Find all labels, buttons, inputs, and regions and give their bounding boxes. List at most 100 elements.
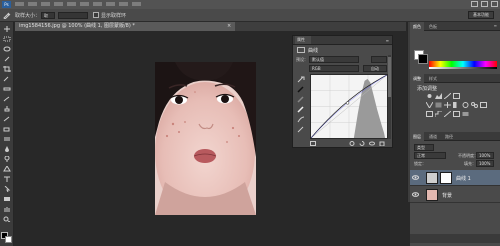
move-tool-icon[interactable] [3, 26, 11, 32]
white-point-eyedropper-icon[interactable] [297, 106, 305, 113]
layer-row-curves[interactable]: 曲线 1 [410, 170, 500, 186]
clip-to-layer-icon[interactable] [310, 141, 316, 146]
fill-field[interactable]: 100% [476, 160, 494, 167]
vibrance-icon[interactable] [426, 102, 433, 108]
menu-item[interactable] [41, 2, 50, 6]
eyedropper-icon[interactable] [3, 12, 11, 19]
menu-item[interactable] [80, 2, 89, 6]
color-panel-menu-icon[interactable]: ≡ [494, 23, 497, 28]
hand-tool-icon[interactable] [3, 206, 11, 212]
minimize-icon[interactable] [471, 1, 478, 7]
shape-tool-icon[interactable] [3, 196, 11, 202]
eyedropper-tool-icon[interactable] [3, 76, 11, 82]
menu-item[interactable] [132, 2, 141, 6]
tab-adjustments[interactable]: 调整 [410, 74, 424, 83]
tab-layers[interactable]: 图层 [410, 132, 424, 141]
healing-brush-tool-icon[interactable] [3, 86, 11, 92]
sample-size-select[interactable]: 取 [41, 12, 55, 19]
zoom-tool-icon[interactable] [3, 216, 11, 222]
black-white-icon[interactable] [453, 102, 460, 108]
gradient-map-icon[interactable] [462, 111, 469, 117]
clone-stamp-tool-icon[interactable] [3, 106, 11, 112]
marquee-tool-icon[interactable] [3, 36, 11, 42]
preset-select[interactable]: 默认值 [309, 56, 359, 63]
scroll-thumb[interactable] [388, 57, 391, 97]
quick-select-tool-icon[interactable] [3, 56, 11, 62]
crop-tool-icon[interactable] [3, 66, 11, 72]
menu-item[interactable] [67, 2, 76, 6]
type-tool-icon[interactable] [3, 176, 11, 182]
sample-dropdown[interactable] [58, 12, 88, 19]
grayscale-ramp[interactable] [429, 67, 497, 69]
panel-menu-icon[interactable]: ≡ [386, 38, 389, 43]
channel-mixer-icon[interactable] [471, 102, 478, 108]
history-brush-tool-icon[interactable] [3, 116, 11, 122]
layer-mask-thumb[interactable] [440, 172, 452, 184]
menu-item[interactable] [106, 2, 115, 6]
maximize-icon[interactable] [481, 1, 488, 7]
menu-item[interactable] [119, 2, 128, 6]
properties-scrollbar[interactable] [388, 55, 391, 139]
reset-icon[interactable] [359, 141, 365, 146]
layer-filter-select[interactable]: 类型 [414, 144, 434, 151]
close-icon[interactable] [491, 1, 498, 7]
color-lookup-icon[interactable] [480, 102, 487, 108]
channel-select[interactable]: RGB [309, 65, 359, 72]
eraser-tool-icon[interactable] [3, 126, 11, 132]
menu-item[interactable] [54, 2, 63, 6]
tab-properties[interactable]: 属性 [295, 36, 311, 44]
gradient-tool-icon[interactable] [3, 136, 11, 142]
brush-tool-icon[interactable] [3, 96, 11, 102]
on-image-adjust-icon[interactable] [297, 76, 305, 83]
brightness-icon[interactable] [426, 93, 433, 99]
blend-mode-select[interactable]: 正常 [414, 152, 446, 159]
document-photo[interactable] [155, 62, 256, 215]
path-select-tool-icon[interactable] [3, 186, 11, 192]
tab-swatches[interactable]: 色板 [426, 22, 440, 31]
dodge-tool-icon[interactable] [3, 156, 11, 162]
curve-edit-points-icon[interactable] [297, 116, 305, 123]
photo-filter-icon[interactable] [462, 102, 469, 108]
visibility-icon[interactable] [369, 141, 375, 146]
auto-button[interactable]: 自动 [363, 65, 387, 72]
threshold-icon[interactable] [444, 111, 451, 117]
tab-color[interactable]: 颜色 [410, 22, 424, 31]
layer-name[interactable]: 曲线 1 [456, 175, 471, 182]
menu-item[interactable] [93, 2, 102, 6]
background-color[interactable] [5, 236, 12, 243]
levels-icon[interactable] [435, 93, 442, 99]
menu-item[interactable] [15, 2, 24, 6]
pencil-draw-curve-icon[interactable] [297, 126, 305, 133]
curve-graph[interactable] [310, 74, 388, 139]
selective-color-icon[interactable] [453, 111, 460, 117]
tab-styles[interactable]: 样式 [426, 74, 440, 83]
workspace-button[interactable]: 基本功能 [468, 11, 494, 19]
color-swatches[interactable] [1, 232, 13, 244]
hue-saturation-icon[interactable] [435, 102, 442, 108]
gray-point-eyedropper-icon[interactable] [297, 96, 305, 103]
menu-item[interactable] [28, 2, 37, 6]
posterize-icon[interactable] [435, 111, 442, 117]
invert-icon[interactable] [426, 111, 433, 117]
layer-row-background[interactable]: 背景 [410, 187, 500, 203]
close-tab-icon[interactable]: × [227, 22, 231, 31]
panel-background-color[interactable] [418, 54, 428, 64]
color-balance-icon[interactable] [444, 102, 451, 108]
show-ring-checkbox[interactable] [93, 12, 99, 18]
blur-tool-icon[interactable] [3, 146, 11, 152]
tab-paths[interactable]: 路径 [442, 132, 456, 141]
curves-icon[interactable] [444, 93, 451, 99]
tab-channels[interactable]: 通道 [426, 132, 440, 141]
black-point-eyedropper-icon[interactable] [297, 86, 305, 93]
opacity-field[interactable]: 100% [476, 152, 494, 159]
trash-icon[interactable] [379, 141, 385, 146]
curve-control-point[interactable] [346, 101, 350, 105]
preset-menu-button[interactable] [371, 56, 387, 63]
document-tab[interactable]: img1584156.jpg @ 100% (曲线 1, 图层蒙版/8) * [15, 22, 235, 31]
eye-icon[interactable] [412, 192, 419, 197]
lasso-tool-icon[interactable] [3, 46, 11, 52]
eye-icon[interactable] [412, 175, 419, 180]
view-previous-icon[interactable] [349, 141, 355, 146]
layer-name[interactable]: 背景 [442, 192, 452, 199]
exposure-icon[interactable] [453, 93, 460, 99]
